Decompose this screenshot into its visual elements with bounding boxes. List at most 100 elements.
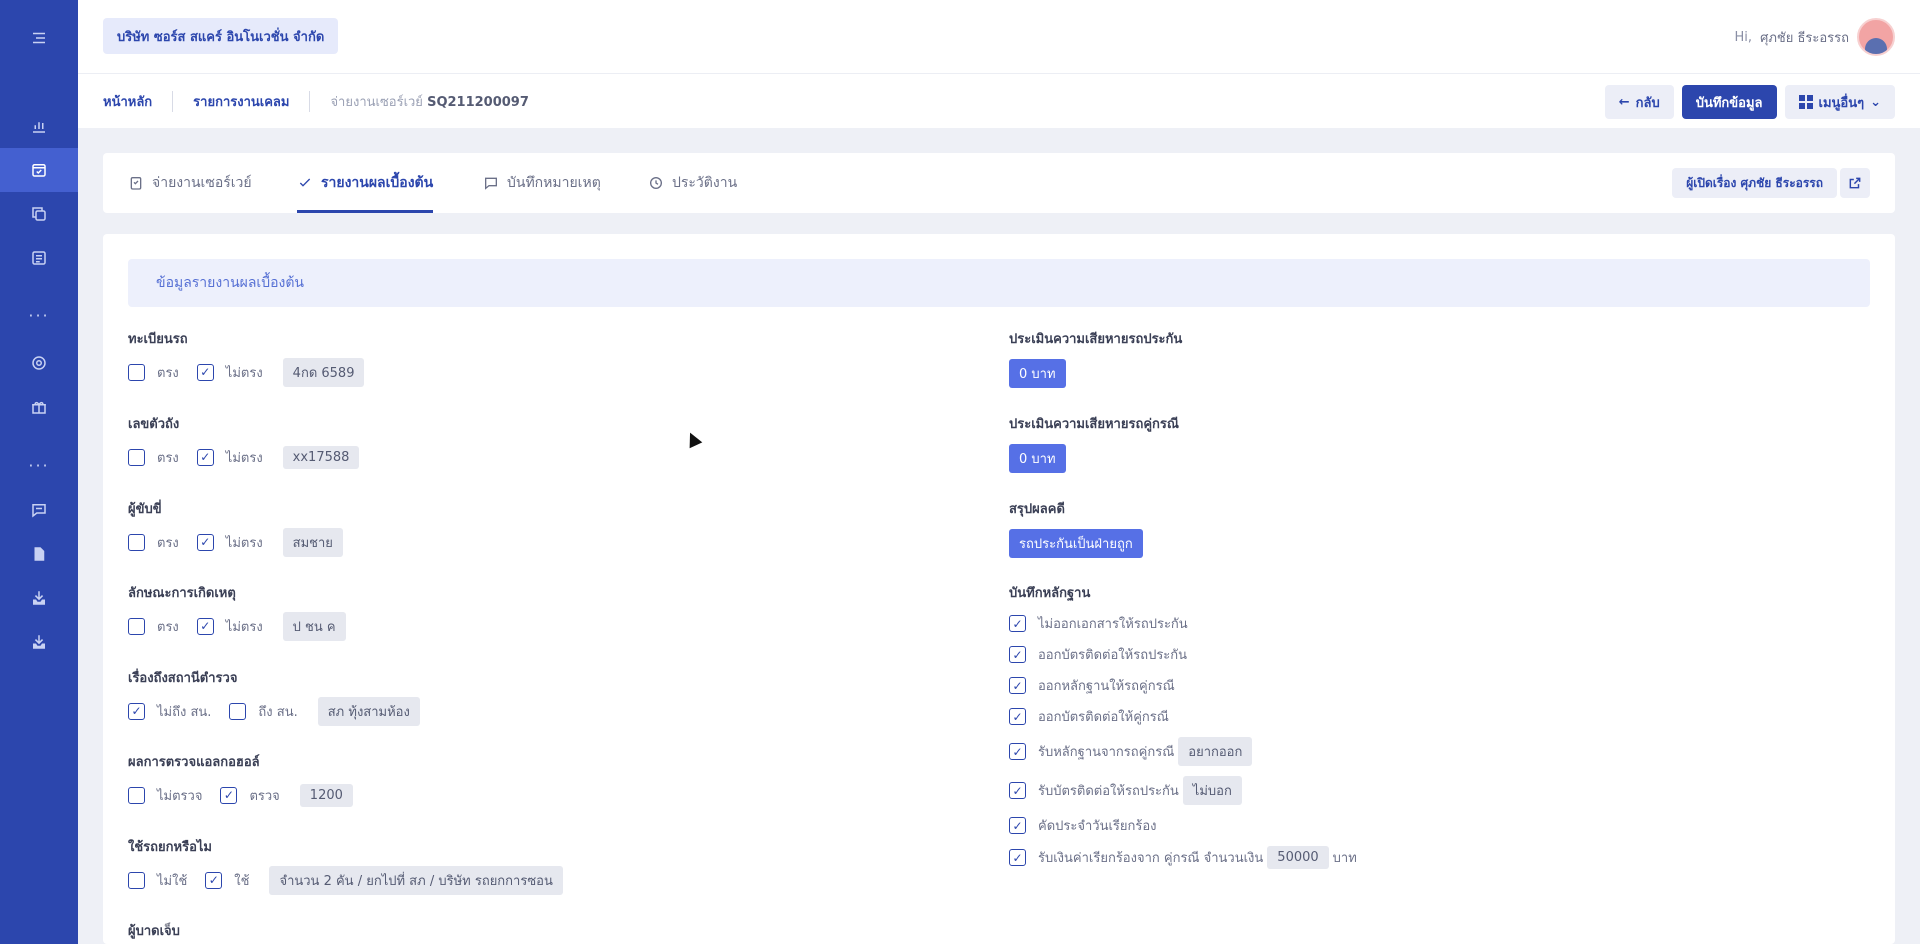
checkbox-mismatch[interactable]: ✓ xyxy=(196,533,214,551)
survey-icon[interactable] xyxy=(0,148,78,192)
chat-icon[interactable] xyxy=(0,488,78,532)
option-label: ไม่ตรง xyxy=(225,535,263,551)
evidence-checkbox[interactable]: ✓ xyxy=(1009,782,1026,799)
breadcrumb-current-id: SQ211200097 xyxy=(427,94,529,110)
external-link-icon[interactable] xyxy=(1840,168,1870,198)
tab-history[interactable]: ประวัติงาน xyxy=(648,153,737,213)
field-case-result: สรุปผลคดี รถประกันเป็นฝ่ายถูก xyxy=(1009,498,1143,558)
breadcrumb: หน้าหลัก รายการงานเคลม จ่ายงานเซอร์เวย์ … xyxy=(103,74,529,128)
evidence-checkbox[interactable]: ✓ xyxy=(1009,743,1026,760)
checkbox-not-checked[interactable] xyxy=(128,786,145,804)
tab-initial-report[interactable]: รายงานผลเบื้องต้น xyxy=(297,153,434,213)
evidence-checkbox[interactable]: ✓ xyxy=(1009,817,1026,834)
value-tag: xx17588 xyxy=(282,445,360,469)
tab-label: จ่ายงานเซอร์เวย์ xyxy=(152,175,252,191)
field-label: ใช้รถยกหรือไม xyxy=(128,840,212,855)
field-alcohol: ผลการตรวจแอลกอฮอล์ ไม่ตรวจ ✓ ตรวจ 1200 xyxy=(128,751,353,808)
evidence-checkbox[interactable]: ✓ xyxy=(1009,615,1026,632)
option-label: ตรง xyxy=(157,535,179,551)
save-button[interactable]: บันทึกข้อมูล xyxy=(1681,85,1777,119)
tab-survey-assign[interactable]: จ่ายงานเซอร์เวย์ xyxy=(128,153,252,213)
dashboard-icon[interactable] xyxy=(0,104,78,148)
value-tag: สภ ทุ้งสามห้อง xyxy=(317,696,420,726)
evidence-item: ✓ รับเงินค่าเรียกร้องจาก คู่กรณี จำนวนเงิ… xyxy=(1009,846,1357,869)
opener-badge[interactable]: ผู้เปิดเรื่อง ศุภชัย ธีระอรรถ xyxy=(1672,168,1837,198)
evidence-checkbox[interactable]: ✓ xyxy=(1009,646,1026,663)
menu-toggle-icon[interactable] xyxy=(0,16,78,60)
checkbox-match[interactable] xyxy=(128,617,145,635)
avatar[interactable] xyxy=(1857,18,1895,56)
evidence-text: รับเงินค่าเรียกร้องจาก คู่กรณี จำนวนเงิน xyxy=(1038,851,1264,866)
option-label: ตรวจ xyxy=(249,788,280,804)
checkbox-mismatch[interactable]: ✓ xyxy=(196,617,214,635)
gear-icon[interactable] xyxy=(0,341,78,385)
user-name: ศุภชัย ธีระอรรถ xyxy=(1760,30,1849,46)
checkbox-not-reached[interactable]: ✓ xyxy=(128,702,145,720)
option-label: ใช้ xyxy=(234,873,250,889)
document-icon[interactable] xyxy=(0,532,78,576)
field-label: สรุปผลคดี xyxy=(1009,502,1065,517)
checkbox-mismatch[interactable]: ✓ xyxy=(196,363,214,381)
value-tag: ป ชน ค xyxy=(282,611,346,641)
checkbox-match[interactable] xyxy=(128,533,145,551)
option-label: ตรง xyxy=(157,365,179,381)
breadcrumb-claims[interactable]: รายการงานเคลม xyxy=(173,90,311,112)
option-label: ไม่ตรง xyxy=(225,619,263,635)
checkbox-not-used[interactable] xyxy=(128,871,145,889)
field-label: เลขตัวถัง xyxy=(128,417,180,432)
check-badge-icon xyxy=(299,178,311,187)
field-tow-truck: ใช้รถยกหรือไม ไม่ใช้ ✓ ใช้ จำนวน 2 คัน / … xyxy=(128,836,563,895)
topbar: บริษัท ซอร์ส สแคร์ อินโนเวชั่น จำกัด Hi,… xyxy=(78,0,1920,74)
field-chassis: เลขตัวถัง ตรง ✓ ไม่ตรง xx17588 xyxy=(128,413,360,470)
checkbox-match[interactable] xyxy=(128,448,145,466)
evidence-text: ออกบัตรติดต่อให้รถประกัน xyxy=(1038,648,1188,663)
evidence-text: ออกบัตรติดต่อให้คู่กรณี xyxy=(1038,710,1169,725)
more-menu-label: เมนูอื่นๆ xyxy=(1818,95,1865,111)
copy-icon[interactable] xyxy=(0,192,78,236)
breadcrumb-current-prefix: จ่ายงานเซอร์เวย์ xyxy=(330,94,423,110)
field-incident: ลักษณะการเกิดเหตุ ตรง ✓ ไม่ตรง ป ชน ค xyxy=(128,582,346,641)
tab-label: รายงานผลเบื้องต้น xyxy=(321,175,434,191)
evidence-tag: ไม่บอก xyxy=(1182,776,1242,805)
value-tag: สมชาย xyxy=(282,527,343,557)
back-label: กลับ xyxy=(1635,95,1660,111)
evidence-item: ✓ ออกหลักฐานให้รถคู่กรณี xyxy=(1009,675,1357,696)
evidence-checkbox[interactable]: ✓ xyxy=(1009,849,1026,866)
damage-insured-badge: 0 บาท xyxy=(1009,359,1066,388)
download-icon[interactable] xyxy=(0,576,78,620)
download-icon-2[interactable] xyxy=(0,620,78,664)
arrow-left-icon: ← xyxy=(1618,94,1630,110)
chevron-down-icon: ⌄ xyxy=(1870,94,1881,110)
tab-notes[interactable]: บันทึกหมายเหตุ xyxy=(483,153,601,213)
option-label: ไม่ตรง xyxy=(225,450,263,466)
evidence-item: ✓ ออกบัตรติดต่อให้รถประกัน xyxy=(1009,644,1357,665)
section-title: ข้อมูลรายงานผลเบื้องต้น xyxy=(128,259,1870,307)
list-icon[interactable] xyxy=(0,236,78,280)
evidence-checkbox[interactable]: ✓ xyxy=(1009,677,1026,694)
field-label: ประเมินความเสียหายรถประกัน xyxy=(1009,332,1183,347)
checkbox-mismatch[interactable]: ✓ xyxy=(196,448,214,466)
checkbox-match[interactable] xyxy=(128,363,145,381)
gift-icon[interactable] xyxy=(0,385,78,429)
case-result-badge: รถประกันเป็นฝ่ายถูก xyxy=(1009,529,1143,558)
evidence-checkbox[interactable]: ✓ xyxy=(1009,708,1026,725)
more-menu-button[interactable]: เมนูอื่นๆ ⌄ xyxy=(1784,85,1895,119)
breadcrumb-home[interactable]: หน้าหลัก xyxy=(103,90,174,112)
field-label: ทะเบียนรถ xyxy=(128,332,188,347)
option-label: ไม่ใช้ xyxy=(157,873,188,889)
user-menu[interactable]: Hi, ศุภชัย ธีระอรรถ xyxy=(1735,18,1895,56)
evidence-item: ✓ รับบัตรติดต่อให้รถประกัน ไม่บอก xyxy=(1009,776,1357,805)
evidence-text: รับบัตรติดต่อให้รถประกัน xyxy=(1038,784,1179,799)
option-label: ไม่ตรวจ xyxy=(157,788,203,804)
field-driver: ผู้ขับขี่ ตรง ✓ ไม่ตรง สมชาย xyxy=(128,498,343,557)
damage-party-badge: 0 บาท xyxy=(1009,444,1066,473)
checkbox-checked[interactable]: ✓ xyxy=(220,786,238,804)
greeting: Hi, xyxy=(1734,29,1753,45)
company-badge[interactable]: บริษัท ซอร์ส สแคร์ อินโนเวชั่น จำกัด xyxy=(103,18,339,54)
checkbox-reached[interactable] xyxy=(229,702,247,720)
back-button[interactable]: ← กลับ xyxy=(1604,85,1674,119)
field-label: เรื่องถึงสถานีตำรวจ xyxy=(128,671,238,686)
evidence-item: ✓ คัดประจำวันเรียกร้อง xyxy=(1009,815,1357,836)
field-label: ผลการตรวจแอลกอฮอล์ xyxy=(128,755,260,770)
checkbox-used[interactable]: ✓ xyxy=(205,871,223,889)
